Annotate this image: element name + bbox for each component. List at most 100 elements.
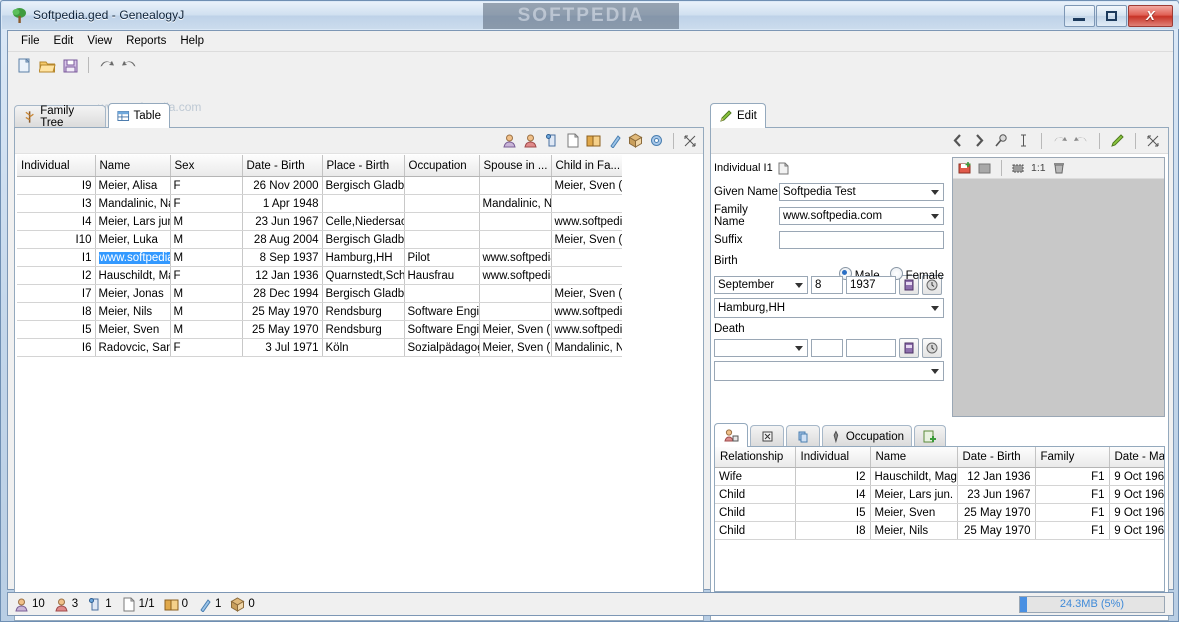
menu-item-file[interactable]: File — [14, 33, 47, 49]
relations-row[interactable]: Child I5 Meier, Sven 25 May 1970 F1 9 Oct 196… — [715, 503, 1164, 522]
settings-icon[interactable] — [649, 133, 664, 148]
table-row[interactable]: I10 Meier, Luka M 28 Aug 2004 Bergisch Gladb… — [17, 230, 622, 249]
death-month-field[interactable] — [714, 339, 808, 357]
maximize-panel-icon[interactable] — [683, 134, 697, 148]
col-name[interactable]: Name — [95, 155, 171, 177]
individual-icon[interactable] — [502, 133, 517, 148]
cell-date-birth: 12 Jan 1936 — [957, 467, 1036, 486]
col-date-birth[interactable]: Date - Birth — [242, 155, 323, 177]
close-button[interactable]: X — [1128, 5, 1173, 27]
toolbar-separator — [88, 57, 89, 73]
birth-month-field[interactable]: September — [714, 276, 808, 294]
col-child-in-family[interactable]: Child in Fa... — [551, 155, 622, 177]
individuals-grid[interactable]: Individual Name Sex Date - Birth Place -… — [17, 155, 622, 618]
suffix-field[interactable] — [779, 231, 944, 249]
tab-table[interactable]: Table — [108, 103, 170, 128]
status-count-individual: 10 — [14, 597, 45, 612]
redo-icon[interactable] — [1074, 133, 1089, 148]
subtab-copy[interactable] — [786, 425, 820, 447]
maximize-panel-icon[interactable] — [1146, 134, 1160, 148]
back-icon[interactable] — [950, 133, 965, 148]
death-year-field[interactable] — [846, 339, 896, 357]
chevron-down-icon[interactable] — [931, 214, 939, 219]
text-cursor-icon[interactable] — [1016, 133, 1031, 148]
given-name-field[interactable]: Softpedia Test — [779, 183, 944, 201]
undo-icon[interactable] — [98, 57, 115, 74]
col-occupation[interactable]: Occupation — [404, 155, 480, 177]
maximize-button[interactable] — [1096, 5, 1127, 27]
open-icon[interactable] — [39, 57, 56, 74]
col-date-birth[interactable]: Date - Birth — [957, 447, 1036, 468]
cell-spouse — [479, 284, 552, 303]
col-family[interactable]: Family — [1035, 447, 1110, 468]
col-spouse[interactable]: Spouse in ... — [479, 155, 552, 177]
note-icon[interactable] — [544, 133, 559, 148]
pencil-icon[interactable] — [1110, 133, 1125, 148]
table-row[interactable]: I9 Meier, Alisa F 26 Nov 2000 Bergisch Gladb… — [17, 176, 622, 195]
col-individual[interactable]: Individual — [17, 155, 96, 177]
pin-icon[interactable] — [994, 133, 1009, 148]
relations-row[interactable]: Child I4 Meier, Lars jun. 23 Jun 1967 F1 9 Oc… — [715, 485, 1164, 504]
table-row[interactable]: I3Mandalinic, NadF1 Apr 1948Mandalinic, … — [17, 194, 622, 213]
document-icon[interactable] — [565, 133, 580, 148]
sex-female-option[interactable]: Female — [889, 267, 944, 282]
menu-item-view[interactable]: View — [80, 33, 119, 49]
forward-icon[interactable] — [972, 133, 987, 148]
fit-icon[interactable] — [1011, 161, 1025, 175]
chevron-down-icon[interactable] — [931, 190, 939, 195]
col-sex[interactable]: Sex — [170, 155, 243, 177]
col-relationship[interactable]: Relationship — [715, 447, 796, 468]
cell-individual: I4 — [795, 485, 871, 504]
submitter-icon[interactable] — [607, 133, 622, 148]
table-row[interactable]: I4 Meier, Lars jun. M 23 Jun 1967 Celle,Nied… — [17, 212, 622, 231]
subtab-family[interactable] — [714, 423, 748, 447]
birth-place-field[interactable]: Hamburg,HH — [714, 298, 944, 318]
cell-relationship: Wife — [715, 467, 796, 486]
chevron-down-icon[interactable] — [795, 283, 803, 288]
relations-row[interactable]: Child I8 Meier, Nils 25 May 1970 F1 9 Oct 196… — [715, 521, 1164, 540]
col-place-birth[interactable]: Place - Birth — [322, 155, 405, 177]
menu-item-reports[interactable]: Reports — [119, 33, 173, 49]
table-row[interactable]: I5 Meier, Sven M 25 May 1970 Rendsburg Softwa… — [17, 320, 622, 339]
chevron-down-icon[interactable] — [931, 306, 939, 311]
relations-row[interactable]: Wife I2 Hauschildt, Mag 12 Jan 1936 F1 9 Oct … — [715, 467, 1164, 486]
redo-icon[interactable] — [121, 57, 138, 74]
add-media-icon[interactable] — [958, 161, 972, 175]
table-row[interactable]: I7 Meier, Jonas M 28 Dec 1994 Bergisch Gladb… — [17, 284, 622, 303]
memory-indicator[interactable]: 24.3MB (5%) — [1019, 596, 1165, 613]
death-day-field[interactable] — [811, 339, 843, 357]
birth-year-field[interactable]: 1937 — [846, 276, 896, 294]
delete-icon[interactable] — [1052, 161, 1066, 175]
repository-icon[interactable] — [628, 133, 643, 148]
source-icon[interactable] — [586, 133, 601, 148]
note-icon[interactable] — [777, 162, 790, 175]
tab-family-tree[interactable]: Family Tree — [14, 105, 106, 129]
media-canvas[interactable] — [953, 179, 1164, 416]
chevron-down-icon[interactable] — [795, 346, 803, 351]
table-row[interactable]: I8 Meier, Nils M 25 May 1970 Rendsburg Softwa… — [17, 302, 622, 321]
table-row[interactable]: I2Hauschildt, MagF12 Jan 1936Quarnstedt,… — [17, 266, 622, 285]
undo-icon[interactable] — [1052, 133, 1067, 148]
menu-item-edit[interactable]: Edit — [47, 33, 81, 49]
new-icon[interactable] — [16, 57, 33, 74]
death-calendar-button[interactable] — [899, 338, 919, 358]
chevron-down-icon[interactable] — [931, 369, 939, 374]
birth-day-field[interactable]: 8 — [811, 276, 843, 294]
table-row[interactable]: I6Radovcic, SandF3 Jul 1971KölnSozialpäd… — [17, 338, 622, 357]
menu-item-help[interactable]: Help — [173, 33, 211, 49]
save-icon[interactable] — [62, 57, 79, 74]
col-date-marriage[interactable]: Date - Mar... — [1109, 447, 1164, 468]
relations-grid[interactable]: Relationship Individual Name Date - Birt… — [714, 446, 1165, 592]
col-individual[interactable]: Individual — [795, 447, 871, 468]
death-clock-button[interactable] — [922, 338, 942, 358]
family-name-field[interactable]: www.softpedia.com — [779, 207, 944, 225]
subtab-add-property[interactable] — [914, 425, 946, 447]
female-icon[interactable] — [523, 133, 538, 148]
death-place-field[interactable] — [714, 361, 944, 381]
table-row[interactable]: I1 www.softpedia M 8 Sep 1937 Hamburg,HH Pilo… — [17, 248, 622, 267]
subtab-occupation[interactable]: Occupation — [822, 425, 912, 447]
subtab-close-box[interactable] — [750, 425, 784, 447]
tab-edit[interactable]: Edit — [710, 103, 766, 128]
minimize-button[interactable] — [1064, 5, 1095, 27]
col-name[interactable]: Name — [870, 447, 958, 468]
